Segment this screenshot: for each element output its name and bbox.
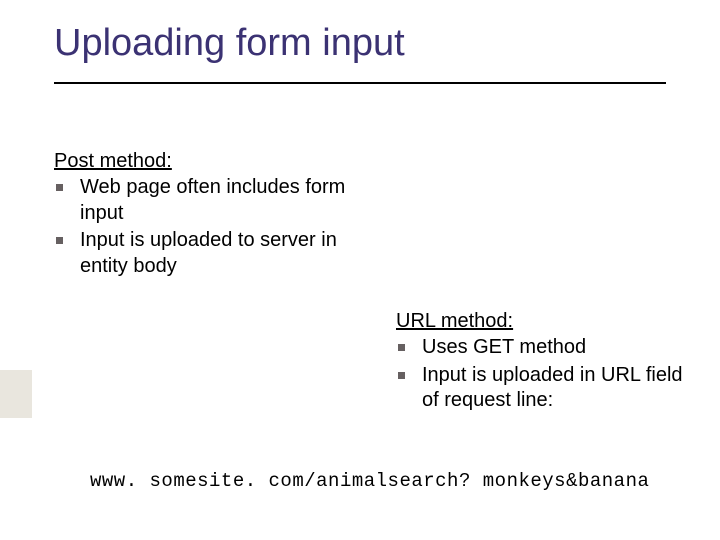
slide-title: Uploading form input	[54, 22, 405, 65]
list-item: Input is uploaded in URL field of reques…	[396, 363, 686, 414]
url-method-heading: URL method:	[396, 310, 686, 333]
side-accent	[0, 370, 32, 418]
url-method-section: URL method: Uses GET method Input is upl…	[396, 310, 686, 414]
slide: Uploading form input Post method: Web pa…	[0, 0, 720, 540]
title-underline	[54, 82, 666, 84]
post-method-section: Post method: Web page often includes for…	[54, 150, 364, 279]
list-item: Uses GET method	[396, 335, 686, 361]
post-method-list: Web page often includes form input Input…	[54, 175, 364, 279]
example-url: www. somesite. com/animalsearch? monkeys…	[90, 470, 649, 492]
url-method-list: Uses GET method Input is uploaded in URL…	[396, 335, 686, 414]
list-item: Input is uploaded to server in entity bo…	[54, 228, 364, 279]
post-method-heading: Post method:	[54, 150, 364, 173]
list-item: Web page often includes form input	[54, 175, 364, 226]
